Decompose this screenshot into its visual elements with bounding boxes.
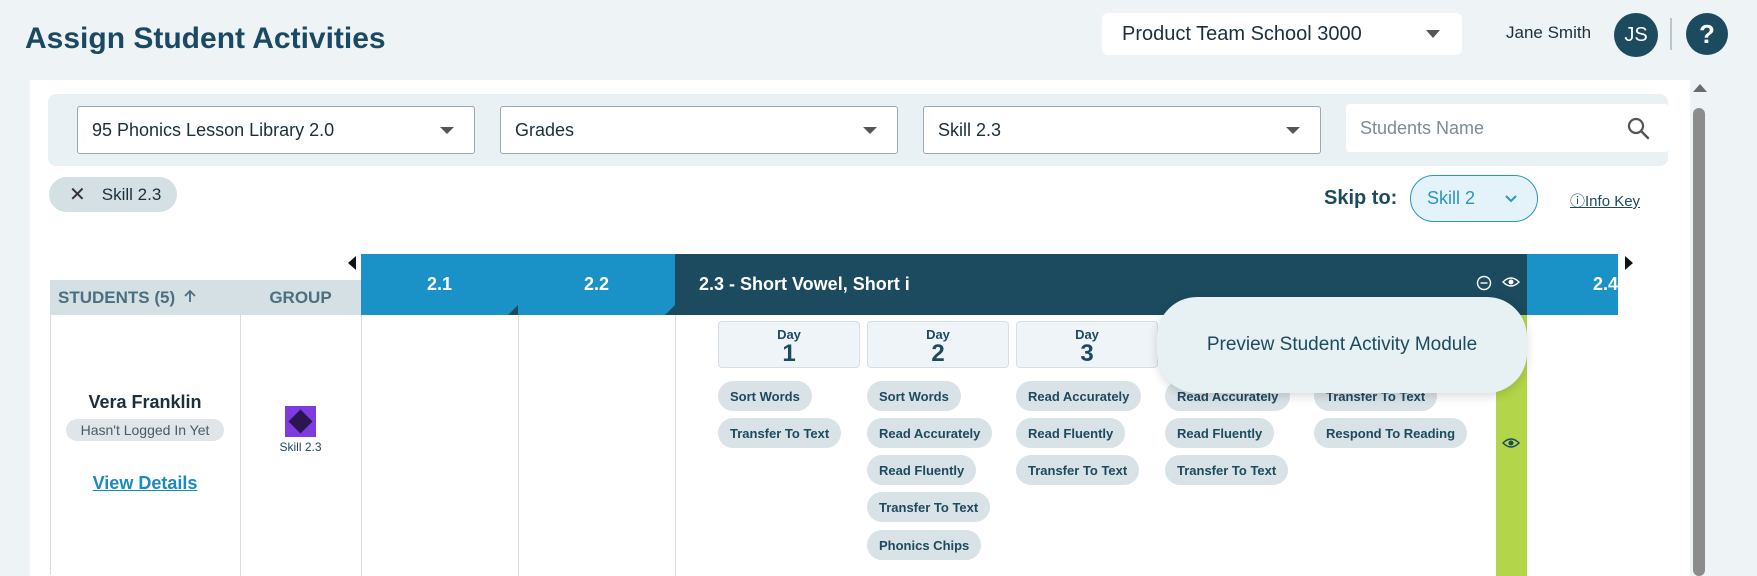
skip-to-label: Skip to: [1324, 187, 1398, 209]
activity-pill[interactable]: Transfer To Text [718, 418, 842, 448]
preview-popover[interactable]: Preview Student Activity Module [1157, 297, 1527, 393]
grades-select-value: Grades [515, 119, 575, 140]
info-key-link[interactable]: ⓘInfo Key [1570, 190, 1640, 211]
skill-header-actions [1476, 275, 1520, 296]
corner-indicator [508, 305, 518, 315]
activity-pill[interactable]: Transfer To Text [867, 492, 991, 522]
library-select-value: 95 Phonics Lesson Library 2.0 [92, 119, 335, 140]
info-key-label: Info Key [1585, 193, 1641, 210]
vertical-scrollbar[interactable] [1691, 84, 1707, 576]
corner-indicator [665, 305, 675, 315]
avatar[interactable]: JS [1614, 13, 1658, 57]
column-divider [361, 315, 362, 576]
grades-select[interactable]: Grades [500, 106, 898, 154]
school-select[interactable]: Product Team School 3000 [1102, 13, 1462, 55]
scroll-left-icon[interactable] [348, 256, 356, 270]
activity-pill[interactable]: Transfer To Text [1016, 455, 1140, 485]
skip-to-select[interactable]: Skill 2 [1410, 175, 1538, 222]
day-card: Day 2 [867, 321, 1009, 368]
caret-down-icon [440, 127, 454, 134]
sort-up-icon[interactable] [183, 288, 197, 308]
library-select[interactable]: 95 Phonics Lesson Library 2.0 [77, 106, 475, 154]
activity-pill[interactable]: Respond To Reading [1314, 418, 1468, 448]
activity-pill[interactable]: Sort Words [718, 381, 812, 411]
school-select-value: Product Team School 3000 [1122, 22, 1362, 45]
scrollbar-thumb[interactable] [1693, 108, 1705, 576]
caret-down-icon [1426, 30, 1440, 38]
skill-column-label: 2.4 [1592, 274, 1618, 294]
day-number: 3 [1080, 340, 1094, 367]
active-filter-chip: ✕ Skill 2.3 [49, 177, 177, 212]
close-icon[interactable]: ✕ [69, 182, 86, 207]
activity-pill[interactable]: Transfer To Text [1165, 455, 1289, 485]
minus-circle-icon[interactable] [1476, 275, 1492, 296]
page-title: Assign Student Activities [25, 22, 386, 55]
students-header-label: STUDENTS (5) [58, 287, 176, 307]
skill-column-label: 2.2 [583, 274, 610, 294]
user-name: Jane Smith [1506, 23, 1592, 42]
skill-column-2-2[interactable]: 2.2 [518, 254, 675, 315]
day-number: 1 [782, 340, 796, 367]
chevron-down-icon [1503, 190, 1519, 211]
caret-down-icon [1286, 127, 1300, 134]
scroll-up-icon[interactable] [1693, 84, 1707, 92]
column-divider [518, 315, 519, 576]
skip-to-value: Skill 2 [1427, 188, 1476, 208]
active-filter-label: Skill 2.3 [101, 184, 162, 204]
day-card: Day 1 [718, 321, 860, 368]
activity-pill[interactable]: Phonics Chips [867, 530, 982, 560]
activity-pill[interactable]: Read Fluently [1165, 418, 1275, 448]
skill-select[interactable]: Skill 2.3 [923, 106, 1321, 154]
skill-column-label: 2.1 [426, 274, 453, 294]
column-divider [675, 315, 676, 576]
student-name: Vera Franklin [88, 392, 202, 412]
preview-popover-label: Preview Student Activity Module [1206, 334, 1478, 355]
group-label: Skill 2.3 [279, 440, 322, 454]
activity-pill[interactable]: Read Fluently [1016, 418, 1126, 448]
activity-pill[interactable]: Read Accurately [1016, 381, 1142, 411]
header-divider [1670, 18, 1672, 50]
students-column-header[interactable]: STUDENTS (5) [50, 280, 240, 315]
scroll-right-icon[interactable] [1625, 256, 1633, 270]
group-column-header: GROUP [240, 280, 361, 315]
activity-pill[interactable]: Read Fluently [867, 455, 977, 485]
search-icon[interactable] [1626, 116, 1650, 145]
status-badge: Hasn't Logged In Yet [66, 419, 224, 441]
skill-column-label: 2.3 - Short Vowel, Short i [699, 274, 910, 294]
student-search-input[interactable] [1360, 117, 1654, 139]
day-number: 2 [931, 340, 945, 367]
day-card: Day 3 [1016, 321, 1158, 368]
eye-icon[interactable] [1502, 275, 1520, 296]
skill-select-value: Skill 2.3 [938, 119, 1002, 140]
activity-pill[interactable]: Read Accurately [867, 418, 993, 448]
activity-pill[interactable]: Sort Words [867, 381, 961, 411]
eye-icon[interactable] [1502, 436, 1520, 455]
student-search [1346, 104, 1668, 152]
group-icon [285, 406, 316, 437]
view-details-link[interactable]: View Details [50, 473, 240, 494]
skill-column-2-1[interactable]: 2.1 [361, 254, 518, 315]
help-icon[interactable]: ? [1686, 13, 1728, 55]
skill-column-2-4[interactable]: 2.4 [1527, 254, 1618, 315]
diamond-icon [288, 409, 313, 434]
caret-down-icon [863, 127, 877, 134]
